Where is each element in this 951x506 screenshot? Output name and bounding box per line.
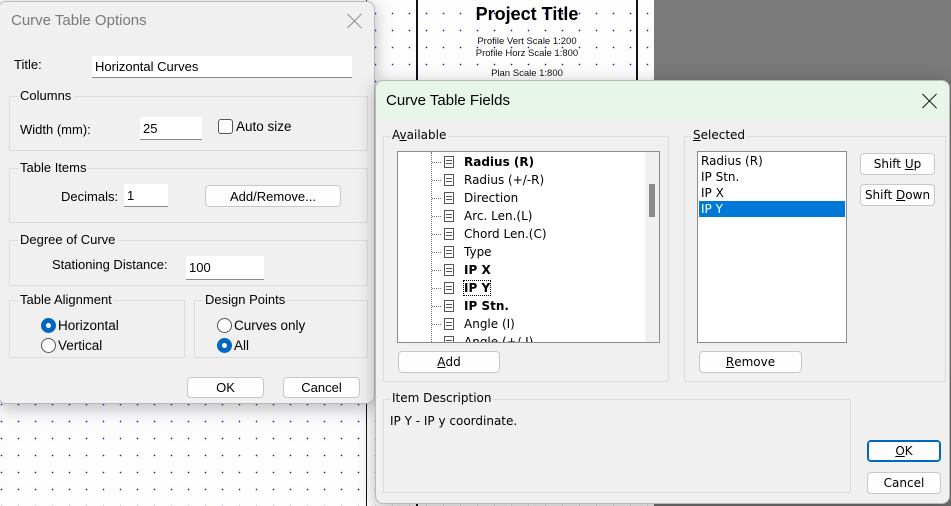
table-alignment-group-label: Table Alignment [18,292,114,307]
title-label: Title: [14,57,42,72]
radio-horizontal[interactable]: Horizontal [41,318,119,333]
stationing-distance-label: Stationing Distance: [52,257,168,272]
document-icon [444,318,454,330]
tree-item-label: Radius (+/-R) [464,173,545,187]
document-icon [444,246,454,258]
curve-table-options-dialog: Curve Table Options Title: Columns Width… [0,1,375,404]
tree-connector [432,288,441,289]
ok-button[interactable]: OK [867,440,941,462]
close-icon[interactable] [347,13,363,29]
cancel-button[interactable]: Cancel [867,472,941,494]
tree-connector [432,270,441,271]
stationing-distance-input[interactable] [186,256,264,280]
tree-connector [432,252,441,253]
tree-item-label: Chord Len.(C) [464,227,547,241]
project-title: Project Title [475,4,579,24]
radio-button-selected[interactable] [41,318,56,333]
decimals-input[interactable] [124,184,168,207]
list-item[interactable]: Radius (R) [699,153,845,169]
tree-connector [432,198,441,199]
tree-item-label: IP Stn. [464,299,509,313]
document-icon [444,336,454,342]
available-group-label: Available [390,128,449,142]
available-fields-tree[interactable]: Radius (R) Radius (+/-R) Direction Arc. Len… [397,151,660,343]
tree-connector [432,324,441,325]
tree-item-label: IP Y [462,280,492,296]
selected-fields-list[interactable]: Radius (R) IP Stn. IP X IP Y [697,151,847,343]
document-icon [444,192,454,204]
scrollbar-thumb[interactable] [649,184,655,217]
list-item[interactable]: IP Stn. [699,169,845,185]
radio-button[interactable] [217,318,232,333]
tree-connector [432,234,441,235]
title-block: Project Title Profile Vert Scale 1:200 P… [418,0,636,82]
horizontal-label: Horizontal [58,318,119,333]
radio-vertical[interactable]: Vertical [41,338,102,353]
profile-horz-scale: Profile Horz Scale 1:800 [475,48,579,59]
document-icon [444,228,454,240]
shift-down-button[interactable]: Shift Down [860,184,935,206]
tree-item-label: Angle (I) [464,317,515,331]
document-icon [444,264,454,276]
tree-item-label: Type [464,245,492,259]
radio-button[interactable] [41,338,56,353]
width-label: Width (mm): [20,122,91,137]
shift-up-button[interactable]: Shift Up [860,153,935,175]
document-icon [444,210,454,222]
design-points-group-label: Design Points [203,292,288,307]
cancel-button[interactable]: Cancel [283,377,360,398]
add-remove-button[interactable]: Add/Remove... [205,185,341,207]
decimals-label: Decimals: [61,189,119,204]
item-description-text: IP Y - IP y coordinate. [390,414,518,428]
table-items-group-label: Table Items [18,160,89,175]
tree-connector [432,306,441,307]
vertical-label: Vertical [58,338,103,353]
dialog-title: Curve Table Options [11,12,147,29]
title-input[interactable] [92,56,352,78]
remove-button[interactable]: Remove [699,351,802,373]
dialog-title: Curve Table Fields [386,92,510,109]
close-icon[interactable] [922,93,938,109]
width-input[interactable] [140,117,202,140]
tree-connector [432,162,441,163]
tree-item-label: IP X [464,263,491,277]
tree-item-label: Angle (+/-I) [464,335,534,343]
profile-vert-scale: Profile Vert Scale 1:200 [477,36,577,47]
tree-connector [432,342,441,343]
tree-item-label: Arc. Len.(L) [464,209,533,223]
plan-scale: Plan Scale 1:800 [491,68,563,79]
document-icon [444,300,454,312]
auto-size-label: Auto size [236,119,292,134]
scrollbar[interactable] [645,152,659,342]
tree-item-label: Radius (R) [464,155,535,169]
add-button[interactable]: Add [398,351,500,373]
curves-only-label: Curves only [234,318,306,333]
columns-group-label: Columns [18,88,74,103]
tree-connector [432,180,441,181]
list-item[interactable]: IP Y [699,201,845,217]
radio-all[interactable]: All [217,338,249,353]
tree-item-label: Direction [464,191,519,205]
checkbox-box[interactable] [218,119,233,134]
document-icon [444,282,454,294]
item-description-group-label: Item Description [390,391,494,405]
list-item[interactable]: IP X [699,185,845,201]
ok-button[interactable]: OK [187,377,264,398]
radio-button-selected[interactable] [217,338,232,353]
degree-of-curve-group-label: Degree of Curve [18,232,118,247]
title-block-border-right [636,0,638,90]
tree-connector [432,216,441,217]
all-label: All [234,338,250,353]
selected-group-label: Selected [691,128,748,142]
curve-table-fields-dialog: Curve Table Fields Available Radius (R) R… [375,80,950,504]
radio-curves-only[interactable]: Curves only [217,318,305,333]
document-icon [444,174,454,186]
document-icon [444,156,454,168]
auto-size-checkbox[interactable]: Auto size [218,119,292,134]
